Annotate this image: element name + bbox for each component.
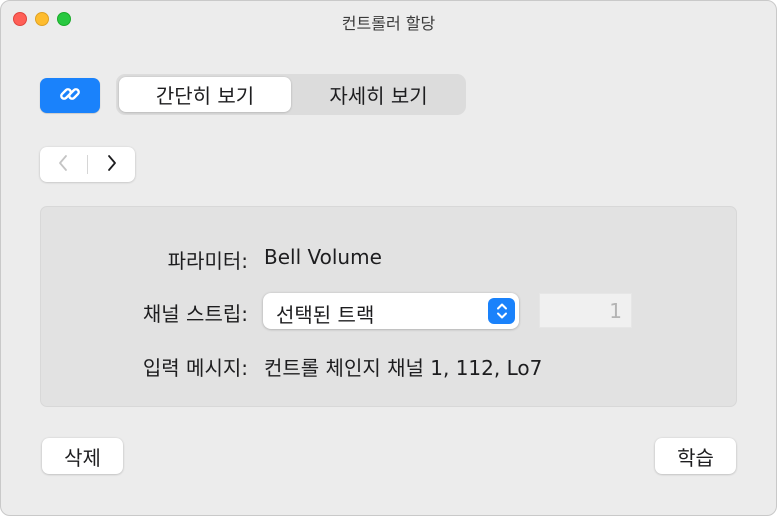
channel-number-field[interactable]: 1 [539, 293, 632, 328]
tab-simple-view[interactable]: 간단히 보기 [119, 77, 291, 112]
learn-button[interactable]: 학습 [655, 438, 736, 474]
input-message-label: 입력 메시지: [142, 356, 248, 380]
window-title: 컨트롤러 할당 [341, 14, 436, 33]
navigation-divider [87, 155, 88, 174]
chevron-left-icon [57, 153, 69, 177]
channel-strip-popup[interactable]: 선택된 트랙 [263, 293, 519, 329]
chevron-right-icon [106, 153, 118, 177]
previous-button[interactable] [40, 147, 86, 182]
navigation-control [40, 147, 135, 182]
link-icon [58, 82, 82, 110]
parameter-label: 파라미터: [167, 249, 248, 273]
parameter-value: Bell Volume [264, 245, 382, 269]
title-bar: 컨트롤러 할당 [1, 1, 776, 39]
controller-assignments-window: 컨트롤러 할당 간단히 보기 자세히 보기 파라미터: Bell Volume … [0, 0, 777, 516]
tab-detailed-view[interactable]: 자세히 보기 [294, 77, 463, 112]
channel-strip-label: 채널 스트립: [142, 302, 248, 326]
channel-number-value: 1 [609, 299, 622, 323]
popup-arrows-icon [488, 298, 515, 324]
next-button[interactable] [89, 147, 135, 182]
view-mode-segmented-control: 간단히 보기 자세히 보기 [116, 74, 466, 115]
input-message-value: 컨트롤 체인지 채널 1, 112, Lo7 [264, 356, 543, 380]
channel-strip-popup-value: 선택된 트랙 [276, 303, 375, 327]
delete-button[interactable]: 삭제 [42, 438, 123, 474]
link-button[interactable] [40, 78, 100, 113]
